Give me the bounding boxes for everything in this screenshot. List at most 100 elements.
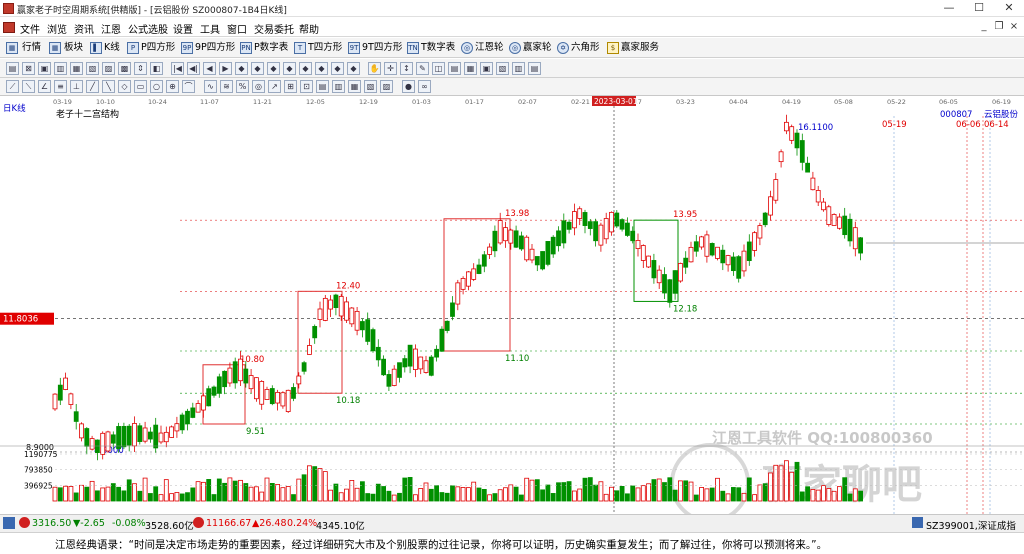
kline-chart[interactable]: 03-19 10-10 10-24 11-07 11-21 12-05 12-19 01-03… [0, 96, 1024, 514]
chart-tool-11-icon[interactable]: ◀| [187, 62, 200, 75]
chart-tool-3-icon[interactable]: ▥ [54, 62, 67, 75]
chart-tool-26-icon[interactable]: ◫ [432, 62, 445, 75]
chart-tool-25-icon[interactable]: ✎ [416, 62, 429, 75]
chart-tool-21-icon[interactable]: ◆ [347, 62, 360, 75]
draw-tool-15-icon[interactable]: ◎ [252, 80, 265, 93]
draw-tool-8-icon[interactable]: ▭ [134, 80, 147, 93]
draw-tool-12-icon[interactable]: ∿ [204, 80, 217, 93]
t-square-icon[interactable]: T [294, 42, 306, 54]
t-square-button[interactable]: T四方形 [308, 41, 342, 55]
draw-tool-7-icon[interactable]: ◇ [118, 80, 131, 93]
chart-tool-6-icon[interactable]: ▨ [102, 62, 115, 75]
quote-icon[interactable]: ▦ [6, 42, 18, 54]
chart-tool-14-icon[interactable]: ◆ [235, 62, 248, 75]
mdi-restore-button[interactable]: ❐ [993, 21, 1005, 33]
draw-tool-6-icon[interactable]: ╲ [102, 80, 115, 93]
chart-tool-29-icon[interactable]: ▣ [480, 62, 493, 75]
kline-chart-panel[interactable]: 03-19 10-10 10-24 11-07 11-21 12-05 12-19 01-03… [0, 96, 1024, 514]
sector-button[interactable]: 板块 [64, 41, 83, 55]
chart-tool-19-icon[interactable]: ◆ [315, 62, 328, 75]
draw-tool-24-icon[interactable]: ● [402, 80, 415, 93]
p-number-button[interactable]: P数字表 [254, 41, 288, 55]
hexagon-button[interactable]: 六角形 [571, 41, 600, 55]
menu-window[interactable]: 窗口 [227, 21, 247, 36]
chart-tool-7-icon[interactable]: ▩ [118, 62, 131, 75]
chart-tool-27-icon[interactable]: ▤ [448, 62, 461, 75]
draw-tool-10-icon[interactable]: ⊕ [166, 80, 179, 93]
p-number-icon[interactable]: PN [240, 42, 252, 54]
chart-tool-4-icon[interactable]: ▦ [70, 62, 83, 75]
draw-tool-19-icon[interactable]: ▤ [316, 80, 329, 93]
chart-tool-13-icon[interactable]: ▶ [219, 62, 232, 75]
9t-square-button[interactable]: 9T四方形 [362, 41, 402, 55]
chart-tool-22-icon[interactable]: ✋ [368, 62, 381, 75]
chart-tool-10-icon[interactable]: |◀ [171, 62, 184, 75]
menu-file[interactable]: 文件 [20, 21, 40, 36]
t-number-button[interactable]: T数字表 [421, 41, 455, 55]
draw-tool-1-icon[interactable]: ⟍ [22, 80, 35, 93]
chart-tool-5-icon[interactable]: ▧ [86, 62, 99, 75]
p-square-icon[interactable]: P [127, 42, 139, 54]
draw-tool-4-icon[interactable]: ⊥ [70, 80, 83, 93]
draw-tool-5-icon[interactable]: ╱ [86, 80, 99, 93]
chart-tool-32-icon[interactable]: ▤ [528, 62, 541, 75]
draw-tool-2-icon[interactable]: ∠ [38, 80, 51, 93]
chart-tool-28-icon[interactable]: ▦ [464, 62, 477, 75]
menu-trade[interactable]: 交易委托 [254, 21, 294, 36]
gann-wheel-button[interactable]: 江恩轮 [475, 41, 504, 55]
chart-tool-18-icon[interactable]: ◆ [299, 62, 312, 75]
p-square-button[interactable]: P四方形 [141, 41, 175, 55]
gann-wheel-icon[interactable]: ◎ [461, 42, 473, 54]
menu-help[interactable]: 帮助 [299, 21, 319, 36]
draw-tool-21-icon[interactable]: ▦ [348, 80, 361, 93]
close-button[interactable]: ✕ [994, 0, 1024, 17]
hexagon-icon[interactable]: ✡ [557, 42, 569, 54]
mdi-close-button[interactable]: × [1008, 21, 1020, 33]
sector-icon[interactable]: ▦ [49, 42, 61, 54]
chart-tool-0-icon[interactable]: ▤ [6, 62, 19, 75]
draw-tool-0-icon[interactable]: ⟋ [6, 80, 19, 93]
chart-tool-12-icon[interactable]: ◀ [203, 62, 216, 75]
draw-tool-11-icon[interactable]: ⌒ [182, 80, 195, 93]
draw-tool-9-icon[interactable]: ○ [150, 80, 163, 93]
minimize-button[interactable]: — [934, 0, 964, 17]
mdi-minimize-button[interactable]: _ [978, 21, 990, 33]
9t-square-icon[interactable]: 9T [348, 42, 360, 54]
draw-tool-17-icon[interactable]: ⊞ [284, 80, 297, 93]
menu-browse[interactable]: 浏览 [47, 21, 67, 36]
chart-tool-1-icon[interactable]: ⊠ [22, 62, 35, 75]
chart-tool-17-icon[interactable]: ◆ [283, 62, 296, 75]
chart-tool-20-icon[interactable]: ◆ [331, 62, 344, 75]
maximize-button[interactable]: ☐ [964, 0, 994, 17]
9p-square-icon[interactable]: 9P [181, 42, 193, 54]
chart-tool-9-icon[interactable]: ◧ [150, 62, 163, 75]
draw-tool-18-icon[interactable]: ⊡ [300, 80, 313, 93]
dollar-icon[interactable]: $ [607, 42, 619, 54]
menu-settings[interactable]: 设置 [173, 21, 193, 36]
menu-news[interactable]: 资讯 [74, 21, 94, 36]
chart-tool-8-icon[interactable]: ⇕ [134, 62, 147, 75]
chart-tool-31-icon[interactable]: ▥ [512, 62, 525, 75]
draw-tool-20-icon[interactable]: ▥ [332, 80, 345, 93]
menu-tools[interactable]: 工具 [200, 21, 220, 36]
draw-tool-13-icon[interactable]: ≋ [220, 80, 233, 93]
chart-tool-24-icon[interactable]: ↕ [400, 62, 413, 75]
draw-tool-14-icon[interactable]: % [236, 80, 249, 93]
draw-tool-25-icon[interactable]: ∞ [418, 80, 431, 93]
kline-icon[interactable]: ▌ [90, 42, 102, 54]
draw-tool-16-icon[interactable]: ↗ [268, 80, 281, 93]
chart-tool-30-icon[interactable]: ▧ [496, 62, 509, 75]
service-button[interactable]: 赢家服务 [621, 41, 659, 55]
chart-tool-23-icon[interactable]: ✛ [384, 62, 397, 75]
winner-wheel-button[interactable]: 赢家轮 [523, 41, 552, 55]
kline-button[interactable]: K线 [104, 41, 120, 55]
chart-tool-2-icon[interactable]: ▣ [38, 62, 51, 75]
ticker-text[interactable]: SZ399001,深证成指 [926, 518, 1016, 532]
chart-tool-15-icon[interactable]: ◆ [251, 62, 264, 75]
draw-tool-23-icon[interactable]: ▨ [380, 80, 393, 93]
quote-button[interactable]: 行情 [22, 41, 41, 55]
menu-gann[interactable]: 江恩 [101, 21, 121, 36]
winner-wheel-icon[interactable]: ◎ [509, 42, 521, 54]
menu-formula-select[interactable]: 公式选股 [128, 21, 168, 36]
draw-tool-3-icon[interactable]: ≡ [54, 80, 67, 93]
